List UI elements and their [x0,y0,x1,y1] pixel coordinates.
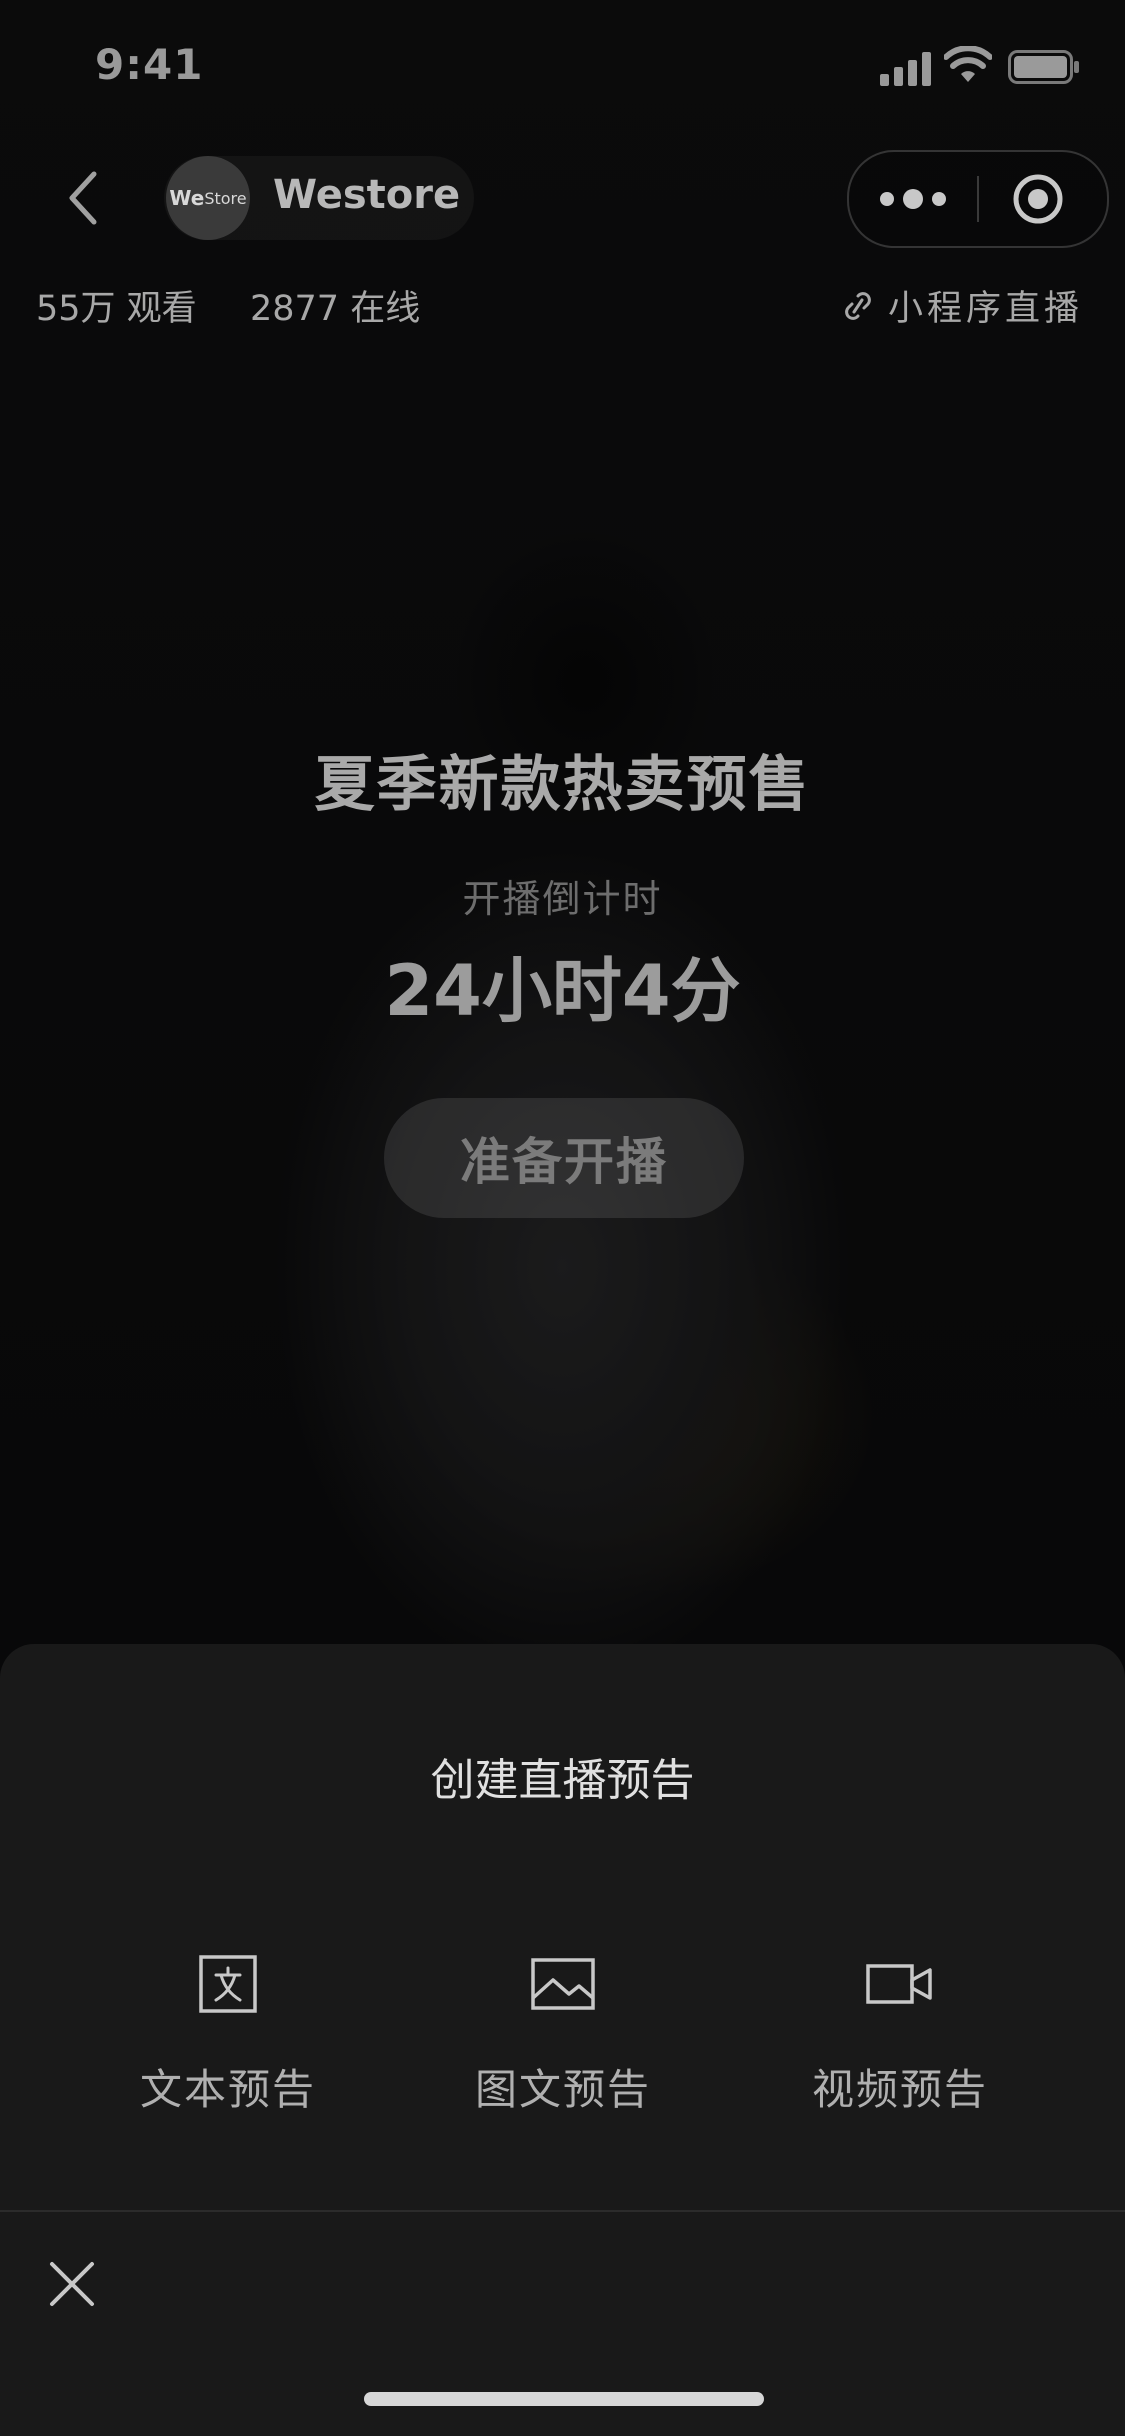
video-icon [866,1964,932,2004]
countdown-value: 24小时4分 [384,950,741,1032]
wifi-icon [944,46,992,82]
link-icon [845,291,871,320]
online-count: 2877 在线 [250,289,421,329]
shop-name[interactable]: Westore [273,172,460,218]
view-count: 55万 观看 [36,289,197,329]
miniprogram-live-link[interactable]: 小程序直播 [840,280,1083,331]
avatar-logo-bold: We [169,186,205,210]
countdown-label: 开播倒计时 [462,877,663,921]
video-preview-label: 视频预告 [811,2065,988,2114]
shop-avatar[interactable]: We Store [166,156,250,240]
more-options-button[interactable] [873,182,953,216]
prepare-live-button[interactable]: 准备开播 [384,1098,744,1218]
close-miniprogram-button[interactable] [1011,172,1065,226]
sheet-divider [0,2210,1125,2212]
create-preview-sheet: 创建直播预告 文本预告 图文预告 视频预告 [0,1644,1125,2436]
image-icon [531,1958,595,2010]
cellular-signal-icon [880,52,931,86]
image-text-preview-label: 图文预告 [474,2065,651,2114]
miniprogram-capsule [847,150,1109,248]
live-title: 夏季新款热卖预售 [314,750,811,820]
back-button[interactable] [56,168,116,228]
text-preview-label: 文本预告 [139,2065,316,2114]
video-preview-option[interactable]: 视频预告 [750,1944,1050,2117]
home-indicator[interactable] [364,2392,764,2406]
miniprogram-live-label: 小程序直播 [888,289,1084,329]
battery-icon [1008,50,1079,84]
status-bar: 9:41 [0,0,1125,132]
text-preview-option[interactable]: 文本预告 [78,1944,378,2117]
capsule-divider [977,176,979,222]
image-text-preview-option[interactable]: 图文预告 [413,1944,713,2117]
close-sheet-button[interactable] [42,2254,102,2314]
status-time: 9:41 [95,40,204,89]
sheet-title: 创建直播预告 [430,1755,695,1806]
text-doc-icon [199,1955,257,2013]
avatar-logo-text: Store [204,188,247,208]
